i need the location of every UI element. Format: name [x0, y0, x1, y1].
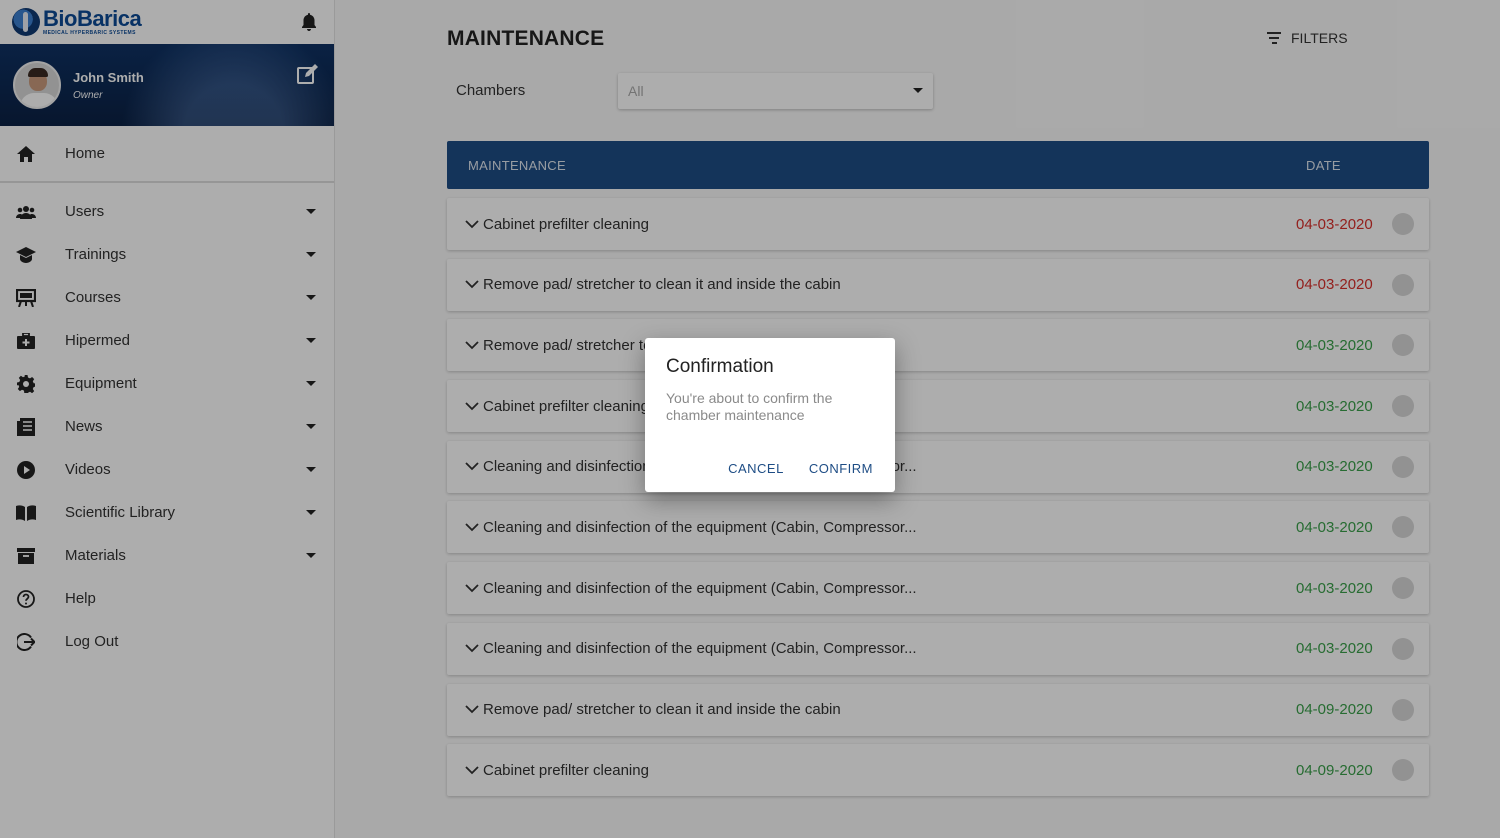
dialog-title: Confirmation [666, 356, 774, 377]
dialog-message: You're about to confirm the chamber main… [666, 390, 833, 423]
confirm-button[interactable]: CONFIRM [809, 461, 873, 476]
cancel-button[interactable]: CANCEL [728, 461, 784, 476]
dialog-actions: CANCEL CONFIRM [728, 461, 873, 476]
confirmation-dialog: Confirmation You're about to confirm the… [645, 338, 895, 492]
